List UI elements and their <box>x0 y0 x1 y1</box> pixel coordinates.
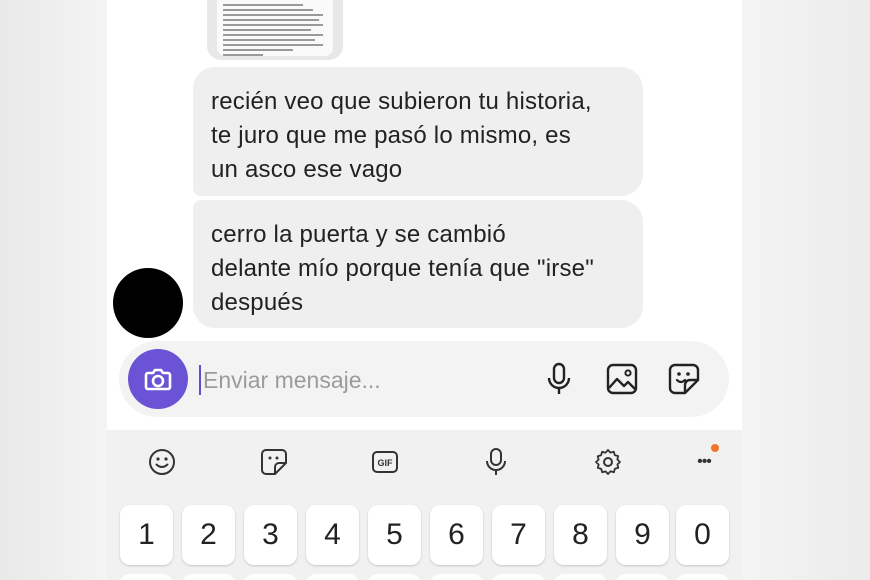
keyboard-key-partial[interactable] <box>430 574 483 580</box>
key-0[interactable]: 0 <box>676 505 729 565</box>
key-2[interactable]: 2 <box>182 505 235 565</box>
background-right <box>742 0 870 580</box>
gif-icon[interactable]: GIF <box>365 442 405 482</box>
key-1[interactable]: 1 <box>120 505 173 565</box>
keyboard: GIF ••• 1 2 3 4 5 6 7 8 9 0 <box>107 430 742 580</box>
key-9[interactable]: 9 <box>616 505 669 565</box>
keyboard-key-partial[interactable] <box>368 574 421 580</box>
keyboard-key-partial[interactable] <box>182 574 235 580</box>
message-input[interactable] <box>203 362 503 398</box>
settings-icon[interactable] <box>588 442 628 482</box>
keyboard-key-partial[interactable] <box>492 574 545 580</box>
message-bubble[interactable]: recién veo que subieron tu historia, te … <box>193 67 643 196</box>
key-4[interactable]: 4 <box>306 505 359 565</box>
emoji-icon[interactable] <box>142 442 182 482</box>
background-left <box>0 0 107 580</box>
sticker-icon[interactable] <box>666 361 702 397</box>
microphone-icon[interactable] <box>541 361 577 397</box>
message-composer <box>119 341 729 417</box>
key-7[interactable]: 7 <box>492 505 545 565</box>
sticker-icon[interactable] <box>254 442 294 482</box>
avatar[interactable] <box>113 268 183 338</box>
notification-dot <box>711 444 719 452</box>
microphone-icon[interactable] <box>476 442 516 482</box>
keyboard-key-partial[interactable] <box>676 574 729 580</box>
shared-image-preview <box>217 0 333 56</box>
chat-screen: recién veo que subieron tu historia, te … <box>107 0 742 580</box>
gallery-icon[interactable] <box>604 361 640 397</box>
key-5[interactable]: 5 <box>368 505 421 565</box>
message-bubble[interactable]: cerro la puerta y se cambió delante mío … <box>193 200 643 328</box>
keyboard-key-partial[interactable] <box>554 574 607 580</box>
keyboard-key-partial[interactable] <box>616 574 669 580</box>
key-6[interactable]: 6 <box>430 505 483 565</box>
gif-label: GIF <box>378 458 394 468</box>
key-3[interactable]: 3 <box>244 505 297 565</box>
shared-image-message[interactable] <box>207 0 343 60</box>
keyboard-key-partial[interactable] <box>120 574 173 580</box>
camera-icon[interactable] <box>128 349 188 409</box>
text-cursor <box>199 365 201 395</box>
keyboard-key-partial[interactable] <box>244 574 297 580</box>
keyboard-key-partial[interactable] <box>306 574 359 580</box>
key-8[interactable]: 8 <box>554 505 607 565</box>
